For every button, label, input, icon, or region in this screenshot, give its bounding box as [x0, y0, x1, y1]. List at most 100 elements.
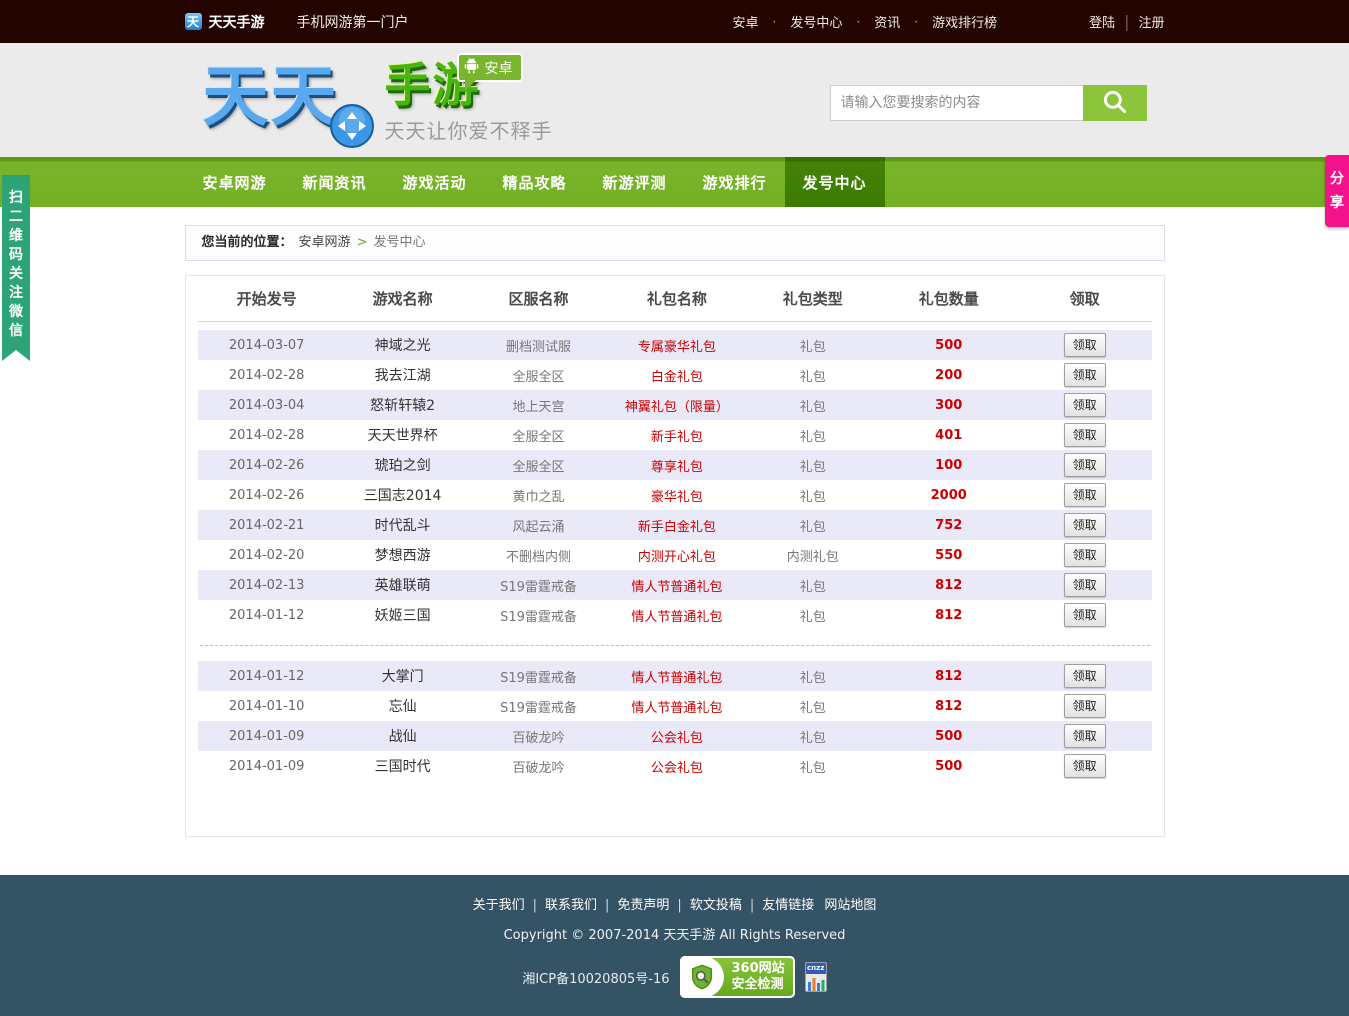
footer-link-divider: |	[533, 898, 537, 913]
footer-copyright: Copyright © 2007-2014 天天手游 All Rights Re…	[0, 924, 1349, 943]
claim-button[interactable]: 领取	[1064, 694, 1106, 718]
footer-link[interactable]: 网站地图	[824, 898, 876, 913]
shield-icon	[680, 956, 724, 998]
cell-claim: 领取	[1018, 724, 1152, 748]
pack-link[interactable]: 情人节普通礼包	[631, 580, 722, 595]
table-row: 2014-02-26三国志2014黄巾之乱豪华礼包礼包2000领取	[198, 480, 1152, 510]
nav-item-安卓网游[interactable]: 安卓网游	[185, 157, 285, 207]
main-nav-items: 安卓网游新闻资讯游戏活动精品攻略新游评测游戏排行发号中心	[185, 157, 1165, 207]
cell-pack-type: 礼包	[746, 396, 880, 415]
claim-button[interactable]: 领取	[1064, 724, 1106, 748]
cell-server-name: 风起云涌	[469, 516, 607, 535]
cell-start-date: 2014-02-13	[198, 578, 336, 593]
search-input[interactable]	[830, 85, 1083, 121]
pack-link[interactable]: 新手白金礼包	[638, 520, 716, 535]
cell-start-date: 2014-01-12	[198, 608, 336, 623]
claim-button[interactable]: 领取	[1064, 423, 1106, 447]
nav-item-游戏排行[interactable]: 游戏排行	[685, 157, 785, 207]
pack-link[interactable]: 内测开心礼包	[638, 550, 716, 565]
nav-item-新闻资讯[interactable]: 新闻资讯	[285, 157, 385, 207]
cell-pack-name: 情人节普通礼包	[608, 667, 746, 686]
claim-button[interactable]: 领取	[1064, 573, 1106, 597]
table-row: 2014-03-07神域之光删档测试服专属豪华礼包礼包500领取	[198, 330, 1152, 360]
topbar-auth: 登陆 | 注册	[1089, 12, 1164, 31]
pack-link[interactable]: 情人节普通礼包	[631, 701, 722, 716]
pack-link[interactable]: 公会礼包	[651, 761, 703, 776]
nav-item-发号中心[interactable]: 发号中心	[785, 157, 885, 207]
footer-link-space	[817, 898, 821, 913]
login-link[interactable]: 登陆	[1089, 12, 1115, 31]
pack-link[interactable]: 尊享礼包	[651, 460, 703, 475]
brand-icon: 天	[185, 13, 202, 30]
claim-button[interactable]: 领取	[1064, 664, 1106, 688]
nav-item-新游评测[interactable]: 新游评测	[585, 157, 685, 207]
claim-button[interactable]: 领取	[1064, 754, 1106, 778]
topbar-link[interactable]: 安卓	[733, 12, 759, 31]
pack-link[interactable]: 豪华礼包	[651, 490, 703, 505]
share-tab[interactable]: 分享	[1325, 155, 1349, 227]
cell-start-date: 2014-02-26	[198, 488, 336, 503]
pack-link[interactable]: 白金礼包	[651, 370, 703, 385]
register-link[interactable]: 注册	[1138, 12, 1164, 31]
claim-button[interactable]: 领取	[1064, 453, 1106, 477]
badge-360-line2: 安全检测	[732, 977, 785, 993]
topbar-link[interactable]: 资讯	[874, 12, 900, 31]
claim-button[interactable]: 领取	[1064, 543, 1106, 567]
cell-game-name: 三国志2014	[336, 485, 470, 505]
claim-button[interactable]: 领取	[1064, 363, 1106, 387]
footer-link[interactable]: 软文投稿	[690, 898, 742, 913]
table-row: 2014-03-04怒斩轩辕2地上天宫神翼礼包（限量）礼包300领取	[198, 390, 1152, 420]
footer-link[interactable]: 关于我们	[473, 898, 525, 913]
footer-link-divider: |	[750, 898, 754, 913]
nav-item-游戏活动[interactable]: 游戏活动	[385, 157, 485, 207]
icp-number: 湘ICP备10020805号-16	[522, 968, 669, 987]
claim-button[interactable]: 领取	[1064, 603, 1106, 627]
cell-pack-type: 礼包	[746, 606, 880, 625]
pack-link[interactable]: 情人节普通礼包	[631, 610, 722, 625]
ribbon-char: 分	[1325, 167, 1349, 191]
search-button[interactable]	[1083, 85, 1147, 121]
pack-link[interactable]: 情人节普通礼包	[631, 671, 722, 686]
table-row: 2014-01-12大掌门S19雷霆戒备情人节普通礼包礼包812领取	[198, 661, 1152, 691]
android-badge[interactable]: 安卓	[457, 53, 523, 82]
link-separator: ·	[914, 15, 918, 29]
pack-link[interactable]: 神翼礼包（限量）	[625, 400, 729, 415]
pack-link[interactable]: 专属豪华礼包	[638, 340, 716, 355]
topbar-brand-link[interactable]: 天天手游	[209, 12, 265, 32]
ribbon-char: 关	[2, 265, 30, 284]
cell-pack-quantity: 500	[880, 338, 1018, 353]
nav-item-精品攻略[interactable]: 精品攻略	[485, 157, 585, 207]
claim-button[interactable]: 领取	[1064, 483, 1106, 507]
claim-button[interactable]: 领取	[1064, 393, 1106, 417]
claim-button[interactable]: 领取	[1064, 333, 1106, 357]
footer-link[interactable]: 免责声明	[617, 898, 669, 913]
topbar-link[interactable]: 游戏排行榜	[932, 12, 997, 31]
cnzz-stats-badge[interactable]: cnzz	[805, 962, 827, 992]
column-header: 礼包名称	[608, 288, 746, 309]
column-header: 礼包数量	[880, 288, 1018, 309]
cell-pack-type: 礼包	[746, 516, 880, 535]
cell-server-name: 百破龙吟	[469, 757, 607, 776]
topbar-link[interactable]: 发号中心	[790, 12, 842, 31]
table-row: 2014-02-20梦想西游不删档内侧内测开心礼包内测礼包550领取	[198, 540, 1152, 570]
android-icon	[464, 57, 479, 78]
security-badge-360[interactable]: 360网站 安全检测	[680, 956, 795, 998]
cell-claim: 领取	[1018, 393, 1152, 417]
footer-link[interactable]: 联系我们	[545, 898, 597, 913]
giftcode-table: 开始发号游戏名称区服名称礼包名称礼包类型礼包数量领取 2014-03-07神域之…	[185, 275, 1165, 837]
footer-link[interactable]: 友情链接	[762, 898, 814, 913]
cell-start-date: 2014-02-28	[198, 428, 336, 443]
breadcrumb-current: 发号中心	[373, 235, 425, 250]
cnzz-chart-icon	[806, 976, 826, 992]
pack-link[interactable]: 新手礼包	[651, 430, 703, 445]
claim-button[interactable]: 领取	[1064, 513, 1106, 537]
breadcrumb-home-link[interactable]: 安卓网游	[299, 235, 351, 250]
cell-pack-name: 公会礼包	[608, 727, 746, 746]
pack-link[interactable]: 公会礼包	[651, 731, 703, 746]
cell-pack-name: 尊享礼包	[608, 456, 746, 475]
cell-claim: 领取	[1018, 453, 1152, 477]
topbar-links: 安卓·发号中心·资讯·游戏排行榜	[733, 12, 998, 31]
table-row: 2014-02-26琥珀之剑全服全区尊享礼包礼包100领取	[198, 450, 1152, 480]
cell-server-name: S19雷霆戒备	[469, 697, 607, 716]
wechat-qr-ribbon[interactable]: 扫二维码关注微信	[2, 175, 30, 361]
